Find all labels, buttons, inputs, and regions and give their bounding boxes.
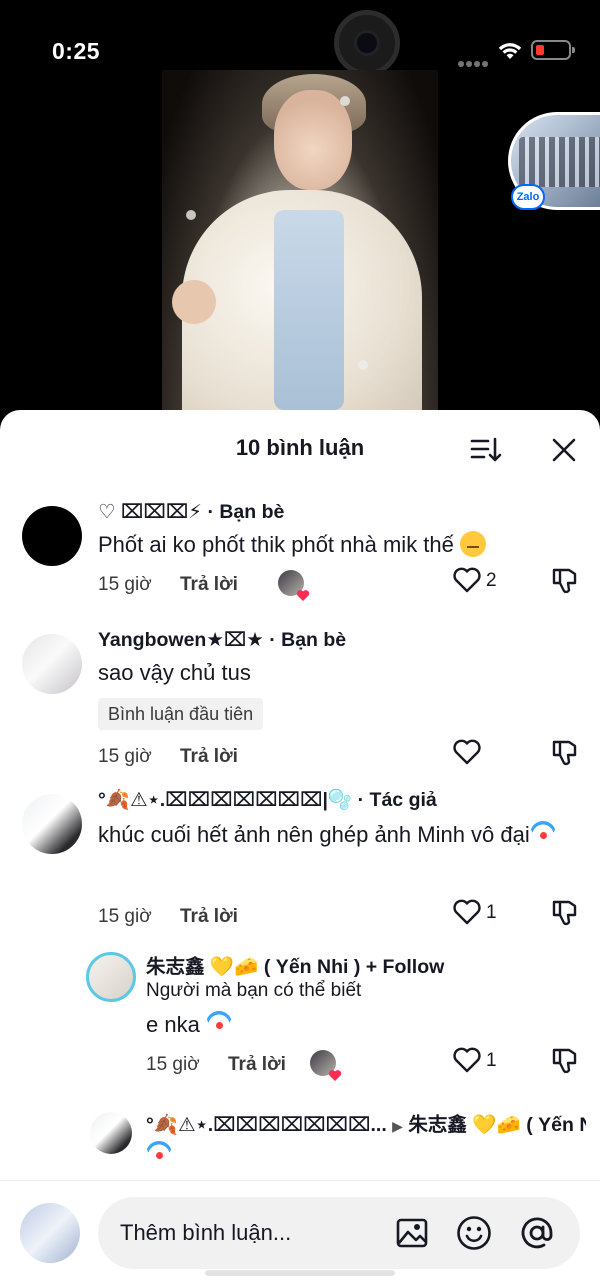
front-camera xyxy=(334,10,400,76)
comment-meta: 15 giờ Trả lời xyxy=(146,1054,286,1076)
video-figure-hand xyxy=(172,280,216,324)
comment-meta: 15 giờ Trả lời xyxy=(98,906,238,928)
comment-body: Phốt ai ko phốt thik phốt nhà mik thế xyxy=(98,532,454,557)
home-indicator xyxy=(205,1270,395,1276)
snow-fleck xyxy=(358,360,368,370)
comment-body: khúc cuối hết ảnh nên ghép ảnh Minh vô đ… xyxy=(98,822,530,847)
reply-button[interactable]: Trả lời xyxy=(180,746,238,768)
author-name[interactable]: °🍂⚠⋆.⌧⌧⌧⌧⌧⌧⌧... xyxy=(146,1114,387,1136)
relation-label: · Bạn bè xyxy=(207,501,285,523)
comment-count-title: 10 bình luận xyxy=(235,435,365,460)
like-count: 1 xyxy=(486,902,497,923)
comment-body: e nka xyxy=(146,1012,200,1037)
unamused-emoji-icon xyxy=(460,531,487,557)
clown-emoji-icon xyxy=(529,821,556,847)
comment-author[interactable]: °🍂⚠⋆.⌧⌧⌧⌧⌧⌧⌧... ▶ 朱志鑫 💛🧀 ( Yến N... xyxy=(146,1108,586,1137)
first-comment-badge: Bình luận đầu tiên xyxy=(98,698,264,730)
video-player[interactable] xyxy=(162,70,438,415)
comment-text xyxy=(146,1138,172,1171)
close-icon[interactable] xyxy=(550,436,578,464)
like-heart-icon[interactable] xyxy=(452,566,482,594)
comment-time: 15 giờ xyxy=(98,574,152,595)
comment-input-placeholder: Thêm bình luận... xyxy=(120,1220,292,1245)
comment-time: 15 giờ xyxy=(98,746,152,767)
comment-time: 15 giờ xyxy=(146,1054,200,1075)
wifi-icon xyxy=(498,43,522,59)
comment-author[interactable]: ♡ ⌧⌧⌧⚡ · Bạn bè xyxy=(98,500,284,524)
comments-sheet: 10 bình luận ♡ ⌧⌧⌧⚡ · Bạn bè Phốt ai ko … xyxy=(0,410,600,1283)
clown-emoji-icon xyxy=(146,1141,172,1167)
comment-author[interactable]: °🍂⚠⋆.⌧⌧⌧⌧⌧⌧⌧|🫧 · Tác giả xyxy=(98,788,437,812)
comment-text: khúc cuối hết ảnh nên ghép ảnh Minh vô đ… xyxy=(98,818,578,851)
avatar[interactable] xyxy=(22,794,82,854)
cellular-signal-icon xyxy=(458,54,490,67)
clown-emoji-icon xyxy=(205,1011,232,1037)
comment-input-bar: Thêm bình luận... xyxy=(0,1180,600,1283)
video-figure-face xyxy=(274,90,352,190)
dislike-icon[interactable] xyxy=(550,738,580,768)
dislike-icon[interactable] xyxy=(550,1046,580,1076)
comment-author[interactable]: Yangbowen★⌧★ · Bạn bè xyxy=(98,628,346,652)
status-time: 0:25 xyxy=(52,38,101,64)
video-figure-sweater xyxy=(274,210,344,410)
reply-button[interactable]: Trả lời xyxy=(180,906,238,928)
battery-low-icon xyxy=(531,40,575,60)
avatar[interactable] xyxy=(22,506,82,566)
sort-icon[interactable] xyxy=(470,436,502,464)
comment-author[interactable]: 朱志鑫 💛🧀 ( Yến Nhi ) + Follow xyxy=(146,950,444,979)
comment-time: 15 giờ xyxy=(98,906,152,927)
like-heart-icon[interactable] xyxy=(452,738,482,766)
emoji-icon[interactable] xyxy=(456,1215,492,1251)
reply-to-name[interactable]: 朱志鑫 💛🧀 ( Yến N... xyxy=(408,1114,586,1136)
author-name[interactable]: °🍂⚠⋆.⌧⌧⌧⌧⌧⌧⌧|🫧 xyxy=(98,789,352,811)
avatar[interactable] xyxy=(86,952,136,1002)
dislike-icon[interactable] xyxy=(550,566,580,596)
comment-meta: 15 giờ Trả lời xyxy=(98,746,238,768)
comment-text: Phốt ai ko phốt thik phốt nhà mik thế xyxy=(98,528,487,561)
dislike-icon[interactable] xyxy=(550,898,580,928)
comment-input[interactable]: Thêm bình luận... xyxy=(98,1197,580,1269)
suggestion-subtitle: Người mà bạn có thể biết xyxy=(146,980,362,1001)
group-photo xyxy=(519,137,600,187)
author-name[interactable]: ♡ ⌧⌧⌧⚡ xyxy=(98,501,202,523)
like-heart-icon[interactable] xyxy=(452,1046,482,1074)
creator-liked-icon xyxy=(310,1050,342,1081)
comment-meta: 15 giờ Trả lời xyxy=(98,574,238,596)
reply-button[interactable]: Trả lời xyxy=(228,1054,286,1076)
my-avatar xyxy=(20,1203,80,1263)
like-count: 2 xyxy=(486,570,497,591)
avatar[interactable] xyxy=(22,634,82,694)
image-icon[interactable] xyxy=(396,1217,428,1249)
reply-arrow-icon: ▶ xyxy=(392,1118,403,1134)
author-tag: · Tác giả xyxy=(357,789,437,811)
relation-label: · Bạn bè xyxy=(269,629,347,651)
like-heart-icon[interactable] xyxy=(452,898,482,926)
comment-text: sao vậy chủ tus xyxy=(98,660,251,685)
follow-button[interactable]: + Follow xyxy=(366,956,445,978)
zalo-badge: Zalo xyxy=(511,184,545,210)
author-name[interactable]: Yangbowen★⌧★ xyxy=(98,629,264,651)
avatar[interactable] xyxy=(90,1112,132,1154)
mention-at-icon[interactable] xyxy=(519,1215,555,1251)
like-count: 1 xyxy=(486,1050,497,1071)
snow-fleck xyxy=(340,96,350,106)
sheet-header: 10 bình luận xyxy=(0,410,600,486)
creator-liked-icon xyxy=(278,570,310,601)
comment-text: e nka xyxy=(146,1008,232,1041)
author-name[interactable]: 朱志鑫 💛🧀 ( Yến Nhi ) xyxy=(146,956,360,978)
snow-fleck xyxy=(186,210,196,220)
reply-button[interactable]: Trả lời xyxy=(180,574,238,596)
